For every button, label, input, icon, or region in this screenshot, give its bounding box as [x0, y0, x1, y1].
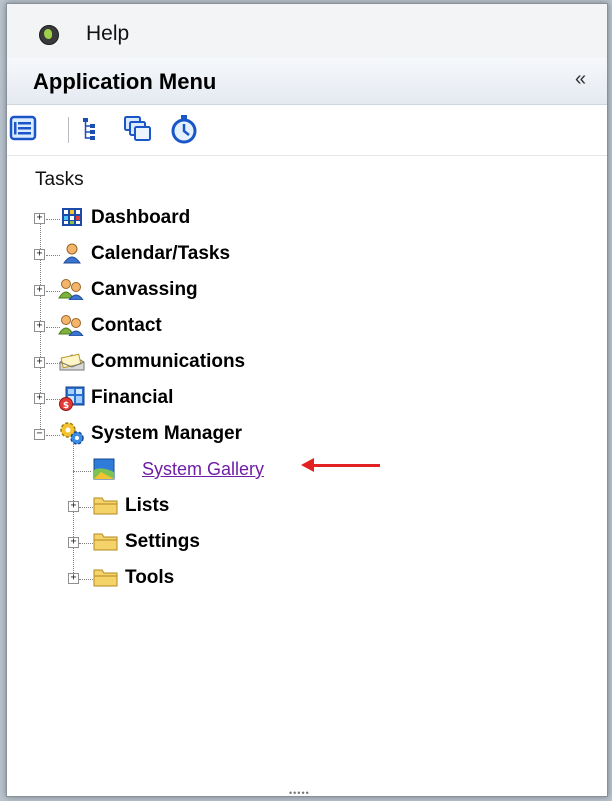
menu-bar: Help: [7, 4, 607, 59]
tree-item-settings[interactable]: Settings: [125, 531, 200, 553]
tree-item-contact[interactable]: Contact: [91, 315, 162, 337]
financial-icon: $: [58, 386, 85, 411]
tree-connector: [79, 579, 93, 580]
tree-item-lists[interactable]: Lists: [125, 495, 169, 517]
tree-item-dashboard[interactable]: Dashboard: [91, 207, 190, 229]
system-gallery-link[interactable]: System Gallery: [142, 459, 264, 480]
tasks-heading: Tasks: [35, 169, 84, 190]
expand-toggle[interactable]: +: [34, 213, 45, 224]
windows-icon[interactable]: [122, 114, 152, 144]
folder-icon: [93, 566, 118, 588]
collapse-toggle[interactable]: −: [34, 429, 45, 440]
expand-toggle[interactable]: +: [34, 357, 45, 368]
panel-title: Application Menu: [33, 69, 217, 94]
tree-connector: [46, 219, 60, 220]
expand-toggle[interactable]: +: [68, 501, 79, 512]
tree-item-canvassing[interactable]: Canvassing: [91, 279, 198, 301]
person-icon: [61, 242, 83, 264]
people-icon: [58, 314, 84, 337]
tree-item-financial[interactable]: Financial: [91, 387, 173, 409]
folder-icon: [93, 494, 118, 516]
expand-toggle[interactable]: +: [68, 573, 79, 584]
dashboard-icon: [61, 206, 83, 228]
collapse-panel-button[interactable]: «: [575, 68, 586, 91]
app-logo-icon[interactable]: [39, 25, 59, 45]
stopwatch-icon[interactable]: [169, 114, 199, 144]
expand-toggle[interactable]: +: [34, 285, 45, 296]
tree-item-tools[interactable]: Tools: [125, 567, 174, 589]
expand-toggle[interactable]: +: [68, 537, 79, 548]
panel-toolbar: [7, 105, 607, 156]
resize-grip[interactable]: •••••: [289, 788, 310, 796]
tree-view-icon[interactable]: [78, 114, 108, 144]
svg-text:$: $: [63, 401, 69, 411]
gears-icon: [58, 420, 84, 445]
tree-item-system-manager[interactable]: System Manager: [91, 423, 242, 445]
tree-connector: [73, 471, 91, 472]
gallery-icon: [93, 458, 115, 480]
expand-toggle[interactable]: +: [34, 393, 45, 404]
application-window: Help Application Menu « Tasks + Dashboar…: [6, 3, 608, 797]
panel-header: Application Menu «: [7, 58, 607, 105]
envelopes-icon: [58, 350, 85, 372]
expand-toggle[interactable]: +: [34, 249, 45, 260]
tree-connector: [46, 255, 60, 256]
tree-item-communications[interactable]: Communications: [91, 351, 245, 373]
annotation-arrow: [312, 464, 380, 467]
people-icon: [58, 278, 84, 301]
list-view-icon[interactable]: [9, 114, 39, 144]
tree-connector: [79, 507, 93, 508]
expand-toggle[interactable]: +: [34, 321, 45, 332]
help-menu[interactable]: Help: [86, 22, 129, 46]
toolbar-separator: [68, 117, 69, 143]
tree-connector: [79, 543, 93, 544]
tree-item-calendar-tasks[interactable]: Calendar/Tasks: [91, 243, 230, 265]
folder-icon: [93, 530, 118, 552]
